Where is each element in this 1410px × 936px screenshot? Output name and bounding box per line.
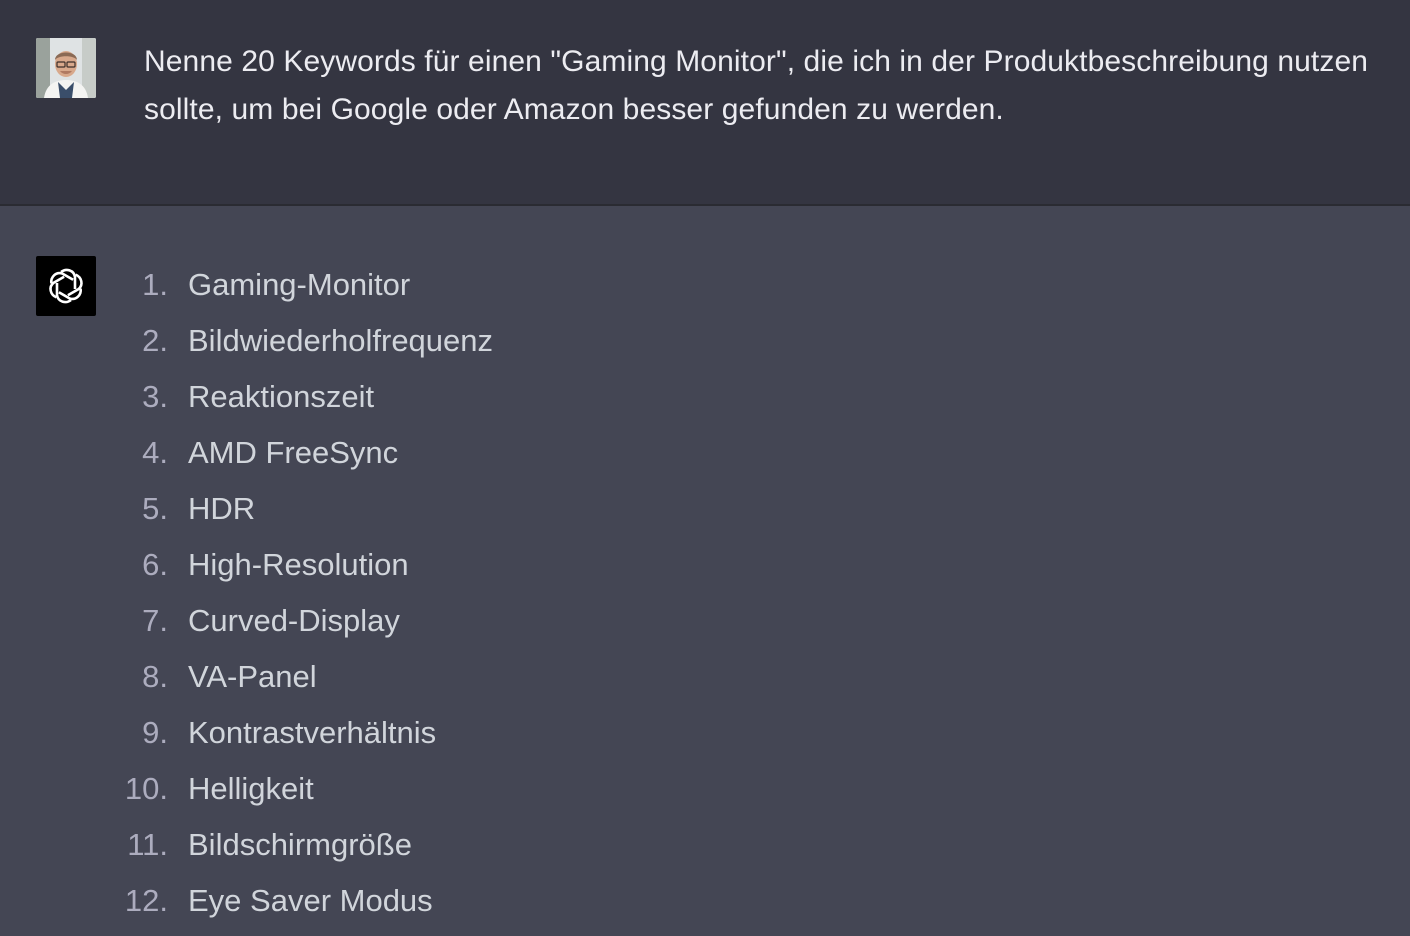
list-item-text: Eye Saver Modus: [188, 883, 433, 918]
list-item-text: Gaming-Monitor: [188, 267, 411, 302]
list-item-text: HDR: [188, 491, 256, 526]
list-item-number: 3.: [142, 379, 168, 414]
user-message-row: Nenne 20 Keywords für einen "Gaming Moni…: [0, 0, 1410, 206]
list-item-text: Curved-Display: [188, 603, 400, 638]
list-item-number: 4.: [142, 435, 168, 470]
list-item-number: 7.: [142, 603, 168, 638]
list-item-number: 1.: [142, 267, 168, 302]
user-photo-icon: [36, 38, 96, 98]
list-item-text: AMD FreeSync: [188, 435, 399, 470]
list-item-text: High-Resolution: [188, 547, 409, 582]
list-item-text: Reaktionszeit: [188, 379, 375, 414]
list-item-text: Helligkeit: [188, 771, 314, 806]
user-avatar: [36, 38, 96, 98]
list-item-number: 5.: [142, 491, 168, 526]
list-item-number: 12.: [124, 883, 168, 918]
assistant-message-row: 1. Gaming-Monitor 2. Bildwiederholfrequenz…: [0, 206, 1410, 936]
list-item-text: Bildschirmgröße: [188, 827, 412, 862]
list-item-text: VA-Panel: [188, 659, 317, 694]
list-item-text: Kontrastverhältnis: [188, 715, 437, 750]
list-item-number: 8.: [142, 659, 168, 694]
list-item-number: 11.: [127, 827, 168, 862]
list-item-text: Bildwiederholfrequenz: [188, 323, 494, 358]
list-item-number: 6.: [142, 547, 168, 582]
list-item-number: 10.: [124, 771, 168, 806]
list-item-number: 9.: [142, 715, 168, 750]
list-item-number: 2.: [142, 323, 168, 358]
user-prompt-text: Nenne 20 Keywords für einen "Gaming Moni…: [144, 45, 1369, 126]
